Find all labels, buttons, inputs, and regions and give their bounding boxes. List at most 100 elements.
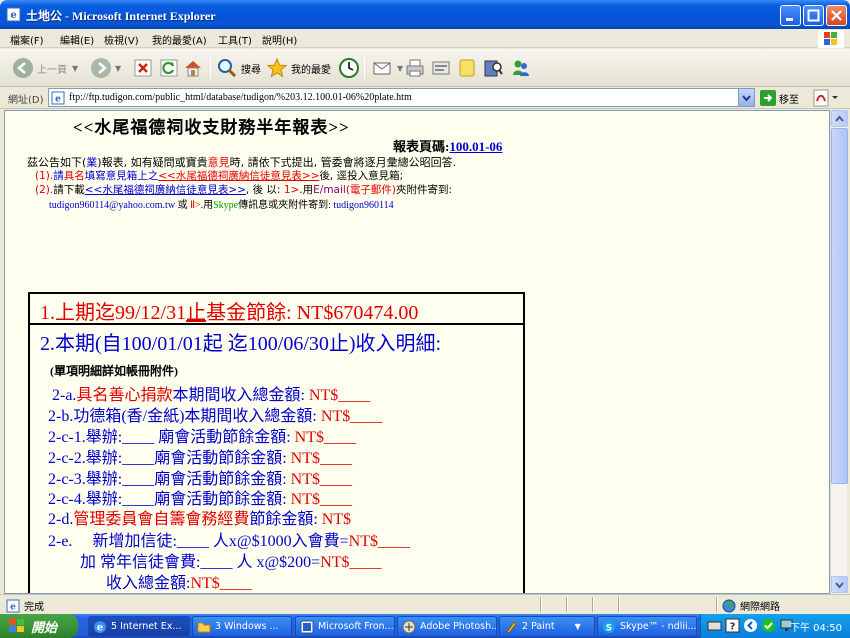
status-text: 完成 xyxy=(24,602,44,613)
skype-tray-icon[interactable] xyxy=(761,618,776,633)
paint-dropdown-icon: ▼ xyxy=(574,622,581,631)
messenger-icon xyxy=(513,60,529,76)
history-icon xyxy=(339,58,359,78)
toolbar-extra-button[interactable] xyxy=(812,89,842,107)
title-bar[interactable]: e 土地公 - Microsoft Internet Explorer xyxy=(0,0,850,29)
start-label: 開始 xyxy=(31,620,58,636)
discuss-button[interactable] xyxy=(456,55,481,81)
minimize-button[interactable] xyxy=(780,5,801,26)
address-dropdown-button[interactable] xyxy=(738,89,754,106)
address-url: ftp://ftp.tudigon.com/public_html/databa… xyxy=(69,92,412,103)
opinion-form-link-2[interactable]: <<水尾福德祠廣納信徒意見表>> xyxy=(85,184,246,196)
refresh-button[interactable] xyxy=(158,55,183,81)
opinion-form-link-1[interactable]: <<水尾福德祠廣納信徒意見表>> xyxy=(158,170,319,182)
svg-text:e: e xyxy=(55,95,61,105)
row-2e-total: 收入總金額:NT$____ xyxy=(106,575,252,592)
address-input[interactable]: e ftp://ftp.tudigon.com/public_html/data… xyxy=(48,88,755,107)
scroll-thumb[interactable] xyxy=(831,128,848,484)
taskbar: 開始 e 5 Internet Ex... 3 Windows ... Micr… xyxy=(0,614,850,638)
back-arrow-icon xyxy=(13,58,33,78)
toolbar: 上一頁 ▼ ▼ 搜尋 我的最愛 ▼ xyxy=(0,49,850,87)
forward-button[interactable]: ▼ xyxy=(90,55,121,81)
paint-icon xyxy=(506,620,517,634)
vertical-scrollbar[interactable] xyxy=(830,110,848,594)
scroll-up-button[interactable] xyxy=(831,110,848,127)
task-paint[interactable]: 2 Paint ▼ xyxy=(499,616,595,637)
mail-icon xyxy=(373,62,391,75)
back-label: 上一頁 xyxy=(37,64,67,76)
menu-help[interactable]: 說明(H) xyxy=(262,32,297,47)
window-title: 土地公 - Microsoft Internet Explorer xyxy=(26,9,216,23)
go-label: 移至 xyxy=(779,94,799,106)
menu-file[interactable]: 檔案(F) xyxy=(10,32,44,47)
messenger-button[interactable] xyxy=(510,55,535,81)
task-internet-explorer[interactable]: e 5 Internet Ex... xyxy=(88,616,190,637)
page-title: <<水尾福德祠收支財務半年報表>> xyxy=(73,118,350,137)
research-button[interactable] xyxy=(482,55,507,81)
report-code: 報表頁碼:100.01-06 xyxy=(393,136,502,155)
keyboard-icon[interactable] xyxy=(707,618,722,633)
minimize-icon xyxy=(786,18,793,21)
mail-button[interactable]: ▼ xyxy=(372,55,403,81)
note-icon xyxy=(459,59,475,77)
chevron-down-icon xyxy=(835,582,844,589)
skype-icon: S xyxy=(603,620,615,633)
chevron-left-icon[interactable] xyxy=(743,618,758,633)
edit-button[interactable] xyxy=(430,55,455,81)
back-button[interactable]: 上一頁 ▼ xyxy=(12,55,78,81)
close-button[interactable] xyxy=(826,5,847,26)
windows-flag-icon xyxy=(9,619,24,632)
section-2-box: 2.本期(自100/01/01起 迄100/06/30止)收入明細: (單項明細… xyxy=(28,323,525,593)
section-1-title: 1.上期迄99/12/31止基金節餘: NT$670474.00 xyxy=(40,302,419,324)
svg-text:e: e xyxy=(10,10,16,21)
svg-text:e: e xyxy=(97,622,103,633)
chevron-down-icon xyxy=(742,95,751,102)
report-code-label: 報表頁碼: xyxy=(393,139,450,154)
task-frontpage[interactable]: Microsoft Fron... xyxy=(295,616,395,637)
history-button[interactable] xyxy=(338,55,363,81)
status-left: e 完成 xyxy=(6,598,44,613)
close-icon xyxy=(831,10,842,21)
favorites-button[interactable]: 我的最愛 xyxy=(266,55,331,81)
photoshop-icon xyxy=(402,620,416,633)
task-photoshop[interactable]: Adobe Photosh... xyxy=(397,616,497,637)
maximize-button[interactable] xyxy=(803,5,824,26)
printer-icon xyxy=(406,59,424,77)
scroll-down-button[interactable] xyxy=(831,576,848,593)
chevron-up-icon xyxy=(835,115,844,122)
stop-button[interactable] xyxy=(132,55,157,81)
windows-logo-icon xyxy=(818,30,844,48)
section-1-box: 1.上期迄99/12/31止基金節餘: NT$670474.00 xyxy=(28,292,525,325)
clock[interactable]: 下午 04:50 xyxy=(790,619,842,634)
menu-favorites[interactable]: 我的最愛(A) xyxy=(152,32,207,47)
skype-id[interactable]: tudigon960114 xyxy=(333,200,393,211)
report-code-link[interactable]: 100.01-06 xyxy=(449,139,502,154)
globe-icon xyxy=(722,599,736,612)
mail-dropdown-icon[interactable]: ▼ xyxy=(397,64,403,73)
email-address[interactable]: tudigon960114@yahoo.com.tw xyxy=(49,200,175,211)
frontpage-icon xyxy=(300,620,314,633)
back-dropdown-icon[interactable]: ▼ xyxy=(72,64,78,73)
row-2d: 2-d.管理委員會自籌會務經費節餘金額: NT$ xyxy=(48,511,352,528)
menu-bar: 檔案(F) 編輯(E) 檢視(V) 我的最愛(A) 工具(T) 說明(H) xyxy=(0,29,850,48)
page-done-icon: e xyxy=(6,599,20,612)
help-icon[interactable]: ? xyxy=(725,618,740,633)
task-windows-explorer[interactable]: 3 Windows ... xyxy=(192,616,292,637)
menu-edit[interactable]: 編輯(E) xyxy=(60,32,94,47)
refresh-icon xyxy=(160,59,178,77)
address-label: 網址(D) xyxy=(8,95,44,106)
forward-dropdown-icon[interactable]: ▼ xyxy=(115,64,121,73)
section-2-note: (單項明細詳如帳冊附件) xyxy=(50,364,178,378)
forward-arrow-icon xyxy=(91,58,111,78)
favorites-label: 我的最愛 xyxy=(291,64,331,76)
page-icon: e xyxy=(51,91,65,105)
start-button[interactable]: 開始 xyxy=(0,614,78,638)
svg-text:?: ? xyxy=(730,622,736,633)
menu-view[interactable]: 檢視(V) xyxy=(104,32,139,47)
print-button[interactable] xyxy=(404,55,429,81)
home-button[interactable] xyxy=(182,55,207,81)
search-button[interactable]: 搜尋 xyxy=(216,55,261,81)
task-skype[interactable]: S Skype™ - ndlii... xyxy=(597,616,697,637)
menu-tools[interactable]: 工具(T) xyxy=(218,32,252,47)
go-button[interactable]: 移至 xyxy=(760,89,799,107)
